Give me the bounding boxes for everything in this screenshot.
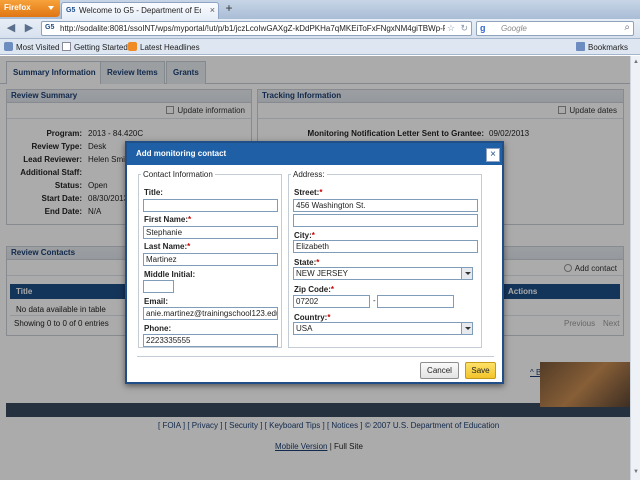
- zip-extension-input[interactable]: [377, 295, 454, 308]
- middle-initial-label: Middle Initial:: [144, 270, 196, 279]
- country-select[interactable]: USA: [293, 322, 473, 335]
- street-label-text: Street:: [294, 188, 320, 197]
- bookmarks-menu-label: Bookmarks: [588, 43, 629, 52]
- most-visited-icon: [4, 42, 13, 51]
- zip-code-input[interactable]: 07202: [293, 295, 370, 308]
- site-identity-icon: G5: [45, 24, 55, 31]
- required-mark: *: [188, 215, 192, 224]
- street-input[interactable]: 456 Washington St.: [293, 199, 478, 212]
- country-label-text: Country:: [294, 313, 328, 322]
- cancel-button[interactable]: Cancel: [420, 362, 459, 379]
- bookmarks-icon: [576, 42, 585, 51]
- phone-label: Phone:: [144, 324, 172, 333]
- city-label: City:*: [294, 231, 315, 240]
- first-name-label: First Name:*: [144, 215, 191, 224]
- bookmarks-menu[interactable]: Bookmarks: [576, 42, 628, 52]
- bookmark-label: Getting Started: [74, 43, 128, 52]
- title-label: Title:: [144, 188, 163, 197]
- bookmark-most-visited[interactable]: Most Visited: [4, 42, 59, 52]
- required-mark: *: [316, 258, 320, 267]
- google-engine-icon[interactable]: g: [480, 23, 486, 33]
- state-selected-value: NEW JERSEY: [296, 269, 349, 278]
- dialog-divider: [137, 356, 494, 357]
- firefox-menu-button[interactable]: Firefox: [0, 0, 60, 17]
- bookmark-label: Latest Headlines: [140, 43, 200, 52]
- required-mark: *: [330, 285, 335, 294]
- scroll-up-icon[interactable]: ▲: [632, 58, 640, 66]
- bookmark-getting-started[interactable]: Getting Started: [62, 42, 128, 52]
- city-input[interactable]: Elizabeth: [293, 240, 478, 253]
- url-text[interactable]: http://sodalite:8081/ssoINT/wps/myportal…: [60, 24, 445, 33]
- street-label: Street:*: [294, 188, 322, 197]
- new-tab-button[interactable]: +: [222, 2, 236, 16]
- first-name-input[interactable]: Stephanie: [143, 226, 278, 239]
- middle-initial-input[interactable]: [143, 280, 174, 293]
- url-bar[interactable]: G5 http://sodalite:8081/ssoINT/wps/mypor…: [41, 21, 472, 36]
- zip-code-label: Zip Code:*: [294, 285, 334, 294]
- search-bar[interactable]: g Google ⌕: [476, 21, 634, 36]
- browser-tab[interactable]: G5 Welcome to G5 - Department of Educati…: [61, 2, 219, 19]
- title-input[interactable]: [143, 199, 278, 212]
- rss-feed-icon: [128, 42, 137, 51]
- page-icon: [62, 42, 71, 51]
- contact-information-legend: Contact Information: [143, 170, 213, 179]
- required-mark: *: [187, 242, 191, 251]
- close-icon[interactable]: ×: [486, 148, 500, 162]
- last-name-input[interactable]: Martinez: [143, 253, 278, 266]
- last-name-label-text: Last Name:: [144, 242, 188, 251]
- country-selected-value: USA: [296, 324, 313, 333]
- page-scrollbar[interactable]: ▲ ▼: [630, 56, 640, 480]
- dialog-title: Add monitoring contact: [127, 143, 502, 165]
- scroll-down-icon[interactable]: ▼: [632, 468, 640, 476]
- chevron-down-icon[interactable]: [461, 323, 472, 334]
- reload-icon[interactable]: ↻: [460, 23, 468, 34]
- site-favicon-icon: G5: [66, 7, 76, 14]
- save-button[interactable]: Save: [465, 362, 496, 379]
- required-mark: *: [327, 313, 331, 322]
- chevron-down-icon[interactable]: [461, 268, 472, 279]
- close-tab-icon[interactable]: ×: [210, 5, 215, 15]
- state-label: State:*: [294, 258, 319, 267]
- email-input[interactable]: anie.martinez@trainingschool123.edu: [143, 307, 278, 320]
- country-label: Country:*: [294, 313, 330, 322]
- required-mark: *: [311, 231, 315, 240]
- state-label-text: State:: [294, 258, 317, 267]
- search-icon[interactable]: ⌕: [624, 22, 630, 33]
- bookmark-star-icon[interactable]: ☆: [447, 23, 455, 34]
- zip-code-label-text: Zip Code:: [294, 285, 331, 294]
- add-monitoring-contact-dialog: Add monitoring contact × Contact Informa…: [125, 141, 504, 384]
- bookmark-label: Most Visited: [16, 43, 60, 52]
- last-name-label: Last Name:*: [144, 242, 190, 251]
- forward-arrow-icon[interactable]: ▶: [21, 21, 37, 37]
- state-select[interactable]: NEW JERSEY: [293, 267, 473, 280]
- street-line2-input[interactable]: [293, 214, 478, 227]
- zip-separator: -: [373, 296, 376, 305]
- search-placeholder: Google: [501, 24, 527, 33]
- bookmark-latest-headlines[interactable]: Latest Headlines: [128, 42, 200, 52]
- required-mark: *: [319, 188, 323, 197]
- email-label: Email:: [144, 297, 169, 306]
- back-arrow-icon[interactable]: ◀: [3, 21, 19, 37]
- browser-tab-title: Welcome to G5 - Department of Educatio..…: [79, 6, 201, 15]
- address-legend: Address:: [293, 170, 325, 179]
- phone-input[interactable]: 2223335555: [143, 334, 278, 347]
- city-label-text: City:: [294, 231, 312, 240]
- first-name-label-text: First Name:: [144, 215, 189, 224]
